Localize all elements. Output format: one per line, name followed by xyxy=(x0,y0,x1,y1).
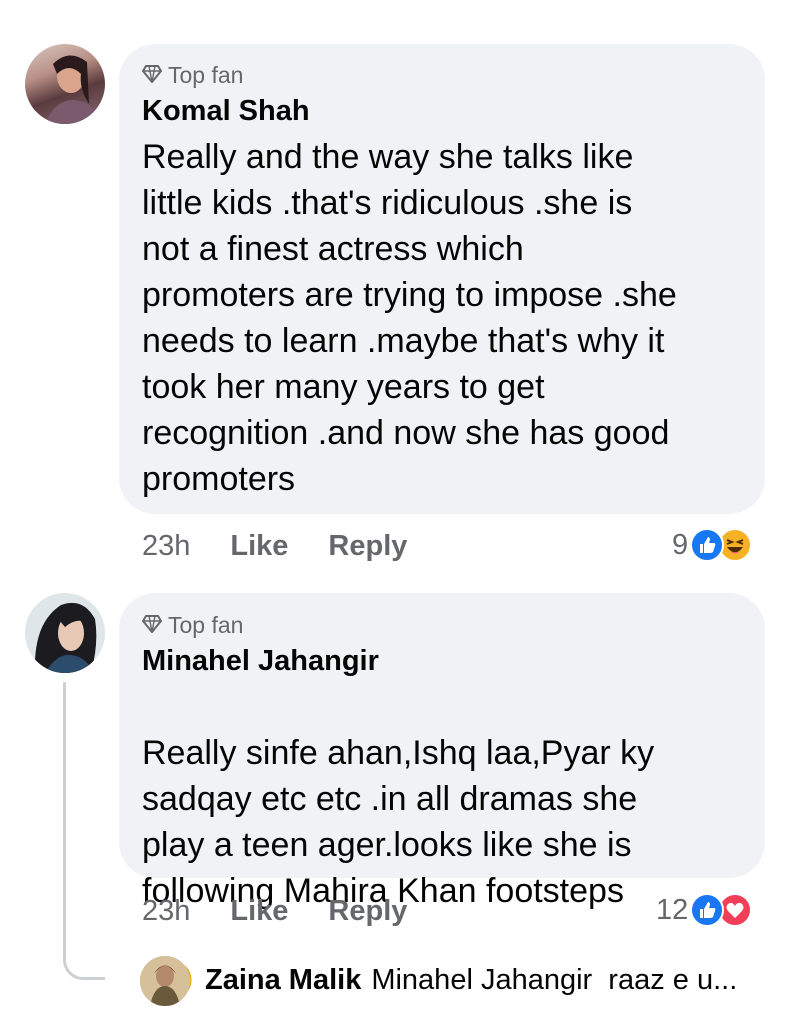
top-fan-badge: Top fan xyxy=(142,62,243,89)
profile-photo xyxy=(25,593,105,673)
like-button[interactable]: Like xyxy=(230,530,288,563)
reaction-count: 9 xyxy=(672,528,689,561)
profile-photo xyxy=(45,55,101,124)
comment-text: Really and the way she talks like little… xyxy=(142,138,677,498)
top-fan-badge: Top fan xyxy=(142,612,243,639)
comment-author[interactable]: Minahel Jahangir xyxy=(142,645,379,678)
avatar-minahel-jahangir[interactable] xyxy=(25,593,105,673)
reply-author[interactable]: Zaina Malik xyxy=(205,964,361,997)
like-reaction-icon xyxy=(690,893,725,927)
comment-text-body: Really sinfe ahan,Ishq laa,Pyar ky sadqa… xyxy=(142,734,655,910)
diamond-icon xyxy=(142,612,162,639)
comment-text: Really sinfe ahan,Ishq laa,Pyar ky sadqa… xyxy=(142,684,752,1012)
diamond-icon xyxy=(142,62,162,89)
reaction-count: 12 xyxy=(656,893,689,926)
profile-photo xyxy=(140,956,190,1006)
like-reaction-icon xyxy=(690,528,725,562)
avatar-komal-shah[interactable] xyxy=(25,44,105,124)
reply-preview[interactable]: Zaina Malik Minahel Jahangir raaz e u... xyxy=(205,964,737,997)
comment-author[interactable]: Komal Shah xyxy=(142,95,310,128)
reply-text: Minahel Jahangir raaz e u... xyxy=(371,964,738,996)
comment-timestamp[interactable]: 23h xyxy=(142,895,190,928)
reply-button[interactable]: Reply xyxy=(328,530,407,563)
avatar-zaina-malik[interactable] xyxy=(140,956,190,1006)
thread-line-curve xyxy=(63,940,105,980)
reaction-summary[interactable]: 12 xyxy=(656,893,753,927)
reaction-summary[interactable]: 9 xyxy=(672,528,753,562)
comment-timestamp[interactable]: 23h xyxy=(142,530,190,563)
comment-actions: 23h Like Reply xyxy=(142,895,407,928)
badge-label: Top fan xyxy=(168,62,244,88)
badge-label: Top fan xyxy=(168,612,244,638)
comment-actions: 23h Like Reply xyxy=(142,530,407,563)
like-button[interactable]: Like xyxy=(230,895,288,928)
reply-button[interactable]: Reply xyxy=(328,895,407,928)
thread-line xyxy=(63,682,66,962)
